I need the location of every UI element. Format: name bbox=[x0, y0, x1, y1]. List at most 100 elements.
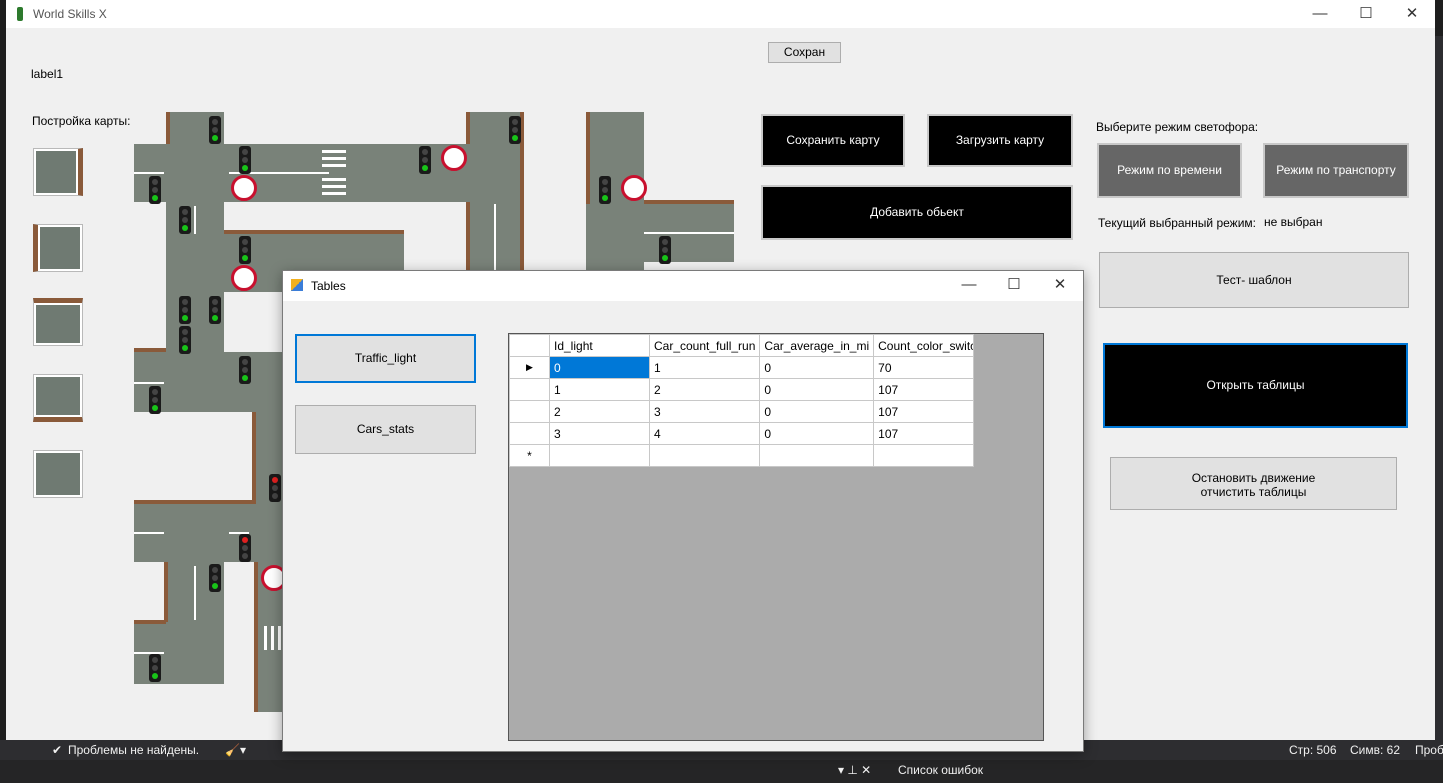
mode-transport-button[interactable]: Режим по транспорту bbox=[1263, 143, 1409, 198]
table-cell[interactable]: 2 bbox=[549, 400, 650, 423]
column-header[interactable]: Id_light bbox=[549, 334, 650, 357]
traffic-light-icon[interactable] bbox=[659, 236, 671, 264]
load-map-button[interactable]: Загрузить карту bbox=[927, 114, 1073, 167]
curb bbox=[134, 620, 166, 624]
row-header[interactable] bbox=[509, 378, 550, 401]
table-cell[interactable]: 4 bbox=[648, 422, 761, 445]
column-header[interactable]: Count_color_switch bbox=[873, 334, 975, 357]
save-map-button[interactable]: Сохранить карту bbox=[761, 114, 905, 167]
table-cell[interactable]: 0 bbox=[759, 378, 875, 401]
curb bbox=[254, 562, 258, 712]
status-problems[interactable]: Проблемы не найдены. bbox=[68, 743, 199, 757]
no-entry-sign-icon[interactable] bbox=[621, 175, 647, 201]
table-cell[interactable] bbox=[759, 444, 875, 467]
status-col: Симв: 62 bbox=[1350, 743, 1401, 757]
table-cell[interactable]: 0 bbox=[759, 400, 875, 423]
status-right-cut: Проб bbox=[1415, 743, 1443, 757]
table-cell[interactable]: 0 bbox=[549, 356, 650, 379]
data-grid[interactable]: Id_light Car_count_full_run Car_average_… bbox=[508, 333, 1044, 741]
curb bbox=[586, 112, 590, 204]
table-cell[interactable]: 1 bbox=[648, 356, 761, 379]
traffic-light-icon[interactable] bbox=[179, 296, 191, 324]
no-trucks-sign-icon[interactable] bbox=[441, 145, 467, 171]
row-header[interactable] bbox=[509, 400, 550, 423]
traffic-light-icon[interactable] bbox=[239, 534, 251, 562]
table-cell[interactable]: 3 bbox=[648, 400, 761, 423]
lane-marking bbox=[134, 532, 164, 534]
traffic-light-icon[interactable] bbox=[599, 176, 611, 204]
table-row[interactable]: 1 2 0 107 bbox=[509, 378, 975, 401]
palette-tile[interactable] bbox=[33, 374, 83, 422]
traffic-light-button[interactable]: Traffic_light bbox=[295, 334, 476, 383]
maximize-button[interactable]: ☐ bbox=[1343, 0, 1389, 28]
data-table: Id_light Car_count_full_run Car_average_… bbox=[509, 334, 975, 467]
table-cell[interactable]: 3 bbox=[549, 422, 650, 445]
traffic-light-icon[interactable] bbox=[209, 564, 221, 592]
table-cell[interactable]: 107 bbox=[873, 378, 975, 401]
new-row-header[interactable]: * bbox=[509, 444, 550, 467]
table-row[interactable]: 3 4 0 107 bbox=[509, 422, 975, 445]
cars-stats-button[interactable]: Cars_stats bbox=[295, 405, 476, 454]
current-mode-value: не выбран bbox=[1264, 215, 1323, 229]
traffic-light-icon[interactable] bbox=[179, 326, 191, 354]
dialog-maximize-button[interactable]: ☐ bbox=[991, 271, 1037, 299]
table-cell[interactable]: 2 bbox=[648, 378, 761, 401]
traffic-light-icon[interactable] bbox=[239, 236, 251, 264]
error-list-tab[interactable]: Список ошибок bbox=[898, 763, 983, 777]
traffic-light-icon[interactable] bbox=[149, 654, 161, 682]
curb bbox=[134, 348, 166, 352]
column-header[interactable]: Car_count_full_run bbox=[648, 334, 761, 357]
table-cell[interactable]: 70 bbox=[873, 356, 975, 379]
table-cell[interactable] bbox=[648, 444, 761, 467]
table-cell[interactable]: 107 bbox=[873, 400, 975, 423]
panel-pin-icon[interactable]: ▾ ⊥ ✕ bbox=[838, 763, 871, 777]
traffic-light-icon[interactable] bbox=[419, 146, 431, 174]
table-cell[interactable]: 1 bbox=[549, 378, 650, 401]
traffic-light-icon[interactable] bbox=[239, 146, 251, 174]
no-trucks-sign-icon[interactable] bbox=[231, 175, 257, 201]
lane-marking bbox=[194, 566, 196, 620]
traffic-light-icon[interactable] bbox=[149, 176, 161, 204]
test-template-button[interactable]: Тест- шаблон bbox=[1099, 252, 1409, 308]
dialog-title-bar: Tables — ☐ ✕ bbox=[283, 271, 1083, 301]
table-cell[interactable] bbox=[873, 444, 975, 467]
palette-tile[interactable] bbox=[33, 298, 83, 346]
table-cell[interactable]: 0 bbox=[759, 356, 875, 379]
table-cell[interactable] bbox=[549, 444, 650, 467]
traffic-light-icon[interactable] bbox=[239, 356, 251, 384]
dialog-minimize-button[interactable]: — bbox=[946, 271, 992, 299]
label1: label1 bbox=[31, 67, 64, 81]
save-button[interactable]: Сохран bbox=[768, 42, 841, 63]
row-header[interactable]: ▶ bbox=[509, 356, 550, 379]
table-cell[interactable]: 107 bbox=[873, 422, 975, 445]
traffic-light-icon[interactable] bbox=[179, 206, 191, 234]
crosswalk bbox=[322, 150, 346, 170]
table-row[interactable]: ▶ 0 1 0 70 bbox=[509, 356, 975, 379]
broom-icon[interactable]: 🧹▾ bbox=[225, 743, 246, 757]
palette-label: Постройка карты: bbox=[32, 114, 131, 128]
traffic-light-icon[interactable] bbox=[509, 116, 521, 144]
lane-marking bbox=[644, 232, 734, 234]
column-header[interactable]: Car_average_in_mi bbox=[759, 334, 875, 357]
table-row[interactable]: 2 3 0 107 bbox=[509, 400, 975, 423]
open-tables-button[interactable]: Открыть таблицы bbox=[1103, 343, 1408, 428]
palette-tile[interactable] bbox=[33, 450, 83, 498]
ide-bottom-panel: ▾ ⊥ ✕ Список ошибок bbox=[0, 760, 1443, 783]
no-trucks-sign-icon[interactable] bbox=[231, 265, 257, 291]
row-header[interactable] bbox=[509, 422, 550, 445]
palette-tile[interactable] bbox=[33, 224, 83, 272]
traffic-light-icon[interactable] bbox=[149, 386, 161, 414]
mode-time-button[interactable]: Режим по времени bbox=[1097, 143, 1242, 198]
minimize-button[interactable]: — bbox=[1297, 0, 1343, 28]
traffic-light-icon[interactable] bbox=[209, 296, 221, 324]
corner-header bbox=[509, 334, 550, 357]
palette-tile[interactable] bbox=[33, 148, 83, 196]
new-row[interactable]: * bbox=[509, 444, 975, 467]
traffic-light-icon[interactable] bbox=[269, 474, 281, 502]
close-button[interactable]: ✕ bbox=[1389, 0, 1435, 28]
add-object-button[interactable]: Добавить обьект bbox=[761, 185, 1073, 240]
stop-clear-button[interactable]: Остановить движение отчистить таблицы bbox=[1110, 457, 1397, 510]
table-cell[interactable]: 0 bbox=[759, 422, 875, 445]
traffic-light-icon[interactable] bbox=[209, 116, 221, 144]
dialog-close-button[interactable]: ✕ bbox=[1037, 271, 1083, 299]
